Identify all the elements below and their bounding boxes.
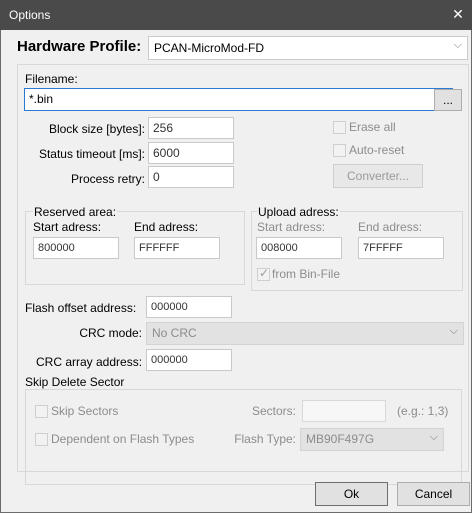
filename-label: Filename: (25, 72, 78, 86)
chevron-down-icon: ⌵ (453, 39, 462, 51)
reserved-end-label: End adress: (134, 220, 199, 234)
process-retry-input[interactable]: 0 (148, 166, 234, 188)
skip-sectors-label: Skip Sectors (51, 404, 119, 418)
dependent-flash-types-label: Dependent on Flash Types (51, 432, 195, 446)
close-icon[interactable]: ✕ (448, 3, 468, 25)
title-bar: Options ✕ (0, 0, 472, 30)
checkmark-icon: ✓ (259, 266, 270, 280)
upload-start-label: Start adress: (257, 220, 326, 234)
dependent-flash-types-checkbox[interactable] (35, 433, 48, 446)
block-size-input[interactable]: 256 (148, 117, 234, 139)
erase-all-label: Erase all (349, 120, 396, 134)
hardware-profile-label: Hardware Profile: (17, 38, 142, 55)
crc-array-label: CRC array address: (36, 355, 143, 369)
ok-button[interactable]: Ok (315, 482, 388, 506)
hardware-profile-value: PCAN-MicroMod-FD (154, 41, 265, 55)
browse-button[interactable]: ... (434, 89, 462, 111)
converter-button[interactable]: Converter... (333, 164, 423, 188)
flash-type-label: Flash Type: (234, 432, 296, 446)
hardware-profile-select[interactable]: PCAN-MicroMod-FD ⌵ (148, 36, 468, 60)
reserved-end-input[interactable]: FFFFFF (134, 237, 220, 259)
erase-all-checkbox[interactable] (333, 121, 346, 134)
skip-delete-title: Skip Delete Sector (25, 375, 125, 389)
from-bin-file-label: from Bin-File (272, 267, 341, 281)
flash-type-select[interactable]: MB90F497G ⌵ (300, 428, 444, 451)
window-title: Options (9, 8, 51, 22)
block-size-label: Block size [bytes]: (48, 122, 145, 136)
crc-mode-label: CRC mode: (79, 326, 142, 340)
sectors-input[interactable] (302, 400, 386, 422)
upload-end-input[interactable]: 7FFFFF (358, 237, 444, 259)
reserved-area-title: Reserved area: (33, 205, 118, 219)
crc-array-input[interactable]: 000000 (146, 349, 232, 371)
crc-mode-select[interactable]: No CRC ⌵ (146, 322, 464, 345)
sectors-label: Sectors: (251, 404, 296, 418)
auto-reset-checkbox[interactable] (333, 144, 346, 157)
chevron-down-icon: ⌵ (449, 325, 458, 337)
upload-start-input[interactable]: 008000 (256, 237, 342, 259)
auto-reset-label: Auto-reset (349, 143, 405, 157)
reserved-start-label: Start adress: (33, 220, 102, 234)
skip-sectors-checkbox[interactable] (35, 405, 48, 418)
upload-end-label: End adress: (358, 220, 423, 234)
status-timeout-label: Status timeout [ms]: (38, 147, 145, 161)
status-timeout-input[interactable]: 6000 (148, 142, 234, 164)
flash-offset-label: Flash offset address: (25, 301, 137, 315)
crc-mode-value: No CRC (152, 326, 197, 340)
upload-adress-title: Upload adress: (257, 205, 340, 219)
cancel-button[interactable]: Cancel (397, 482, 470, 506)
flash-type-value: MB90F497G (306, 432, 375, 446)
sectors-hint: (e.g.: 1,3) (397, 404, 449, 418)
process-retry-label: Process retry: (70, 172, 145, 186)
from-bin-file-checkbox[interactable]: ✓ (257, 266, 270, 281)
reserved-start-input[interactable]: 800000 (33, 237, 119, 259)
chevron-down-icon: ⌵ (429, 431, 438, 443)
flash-offset-input[interactable]: 000000 (146, 296, 232, 318)
filename-input[interactable]: *.bin (24, 88, 453, 111)
